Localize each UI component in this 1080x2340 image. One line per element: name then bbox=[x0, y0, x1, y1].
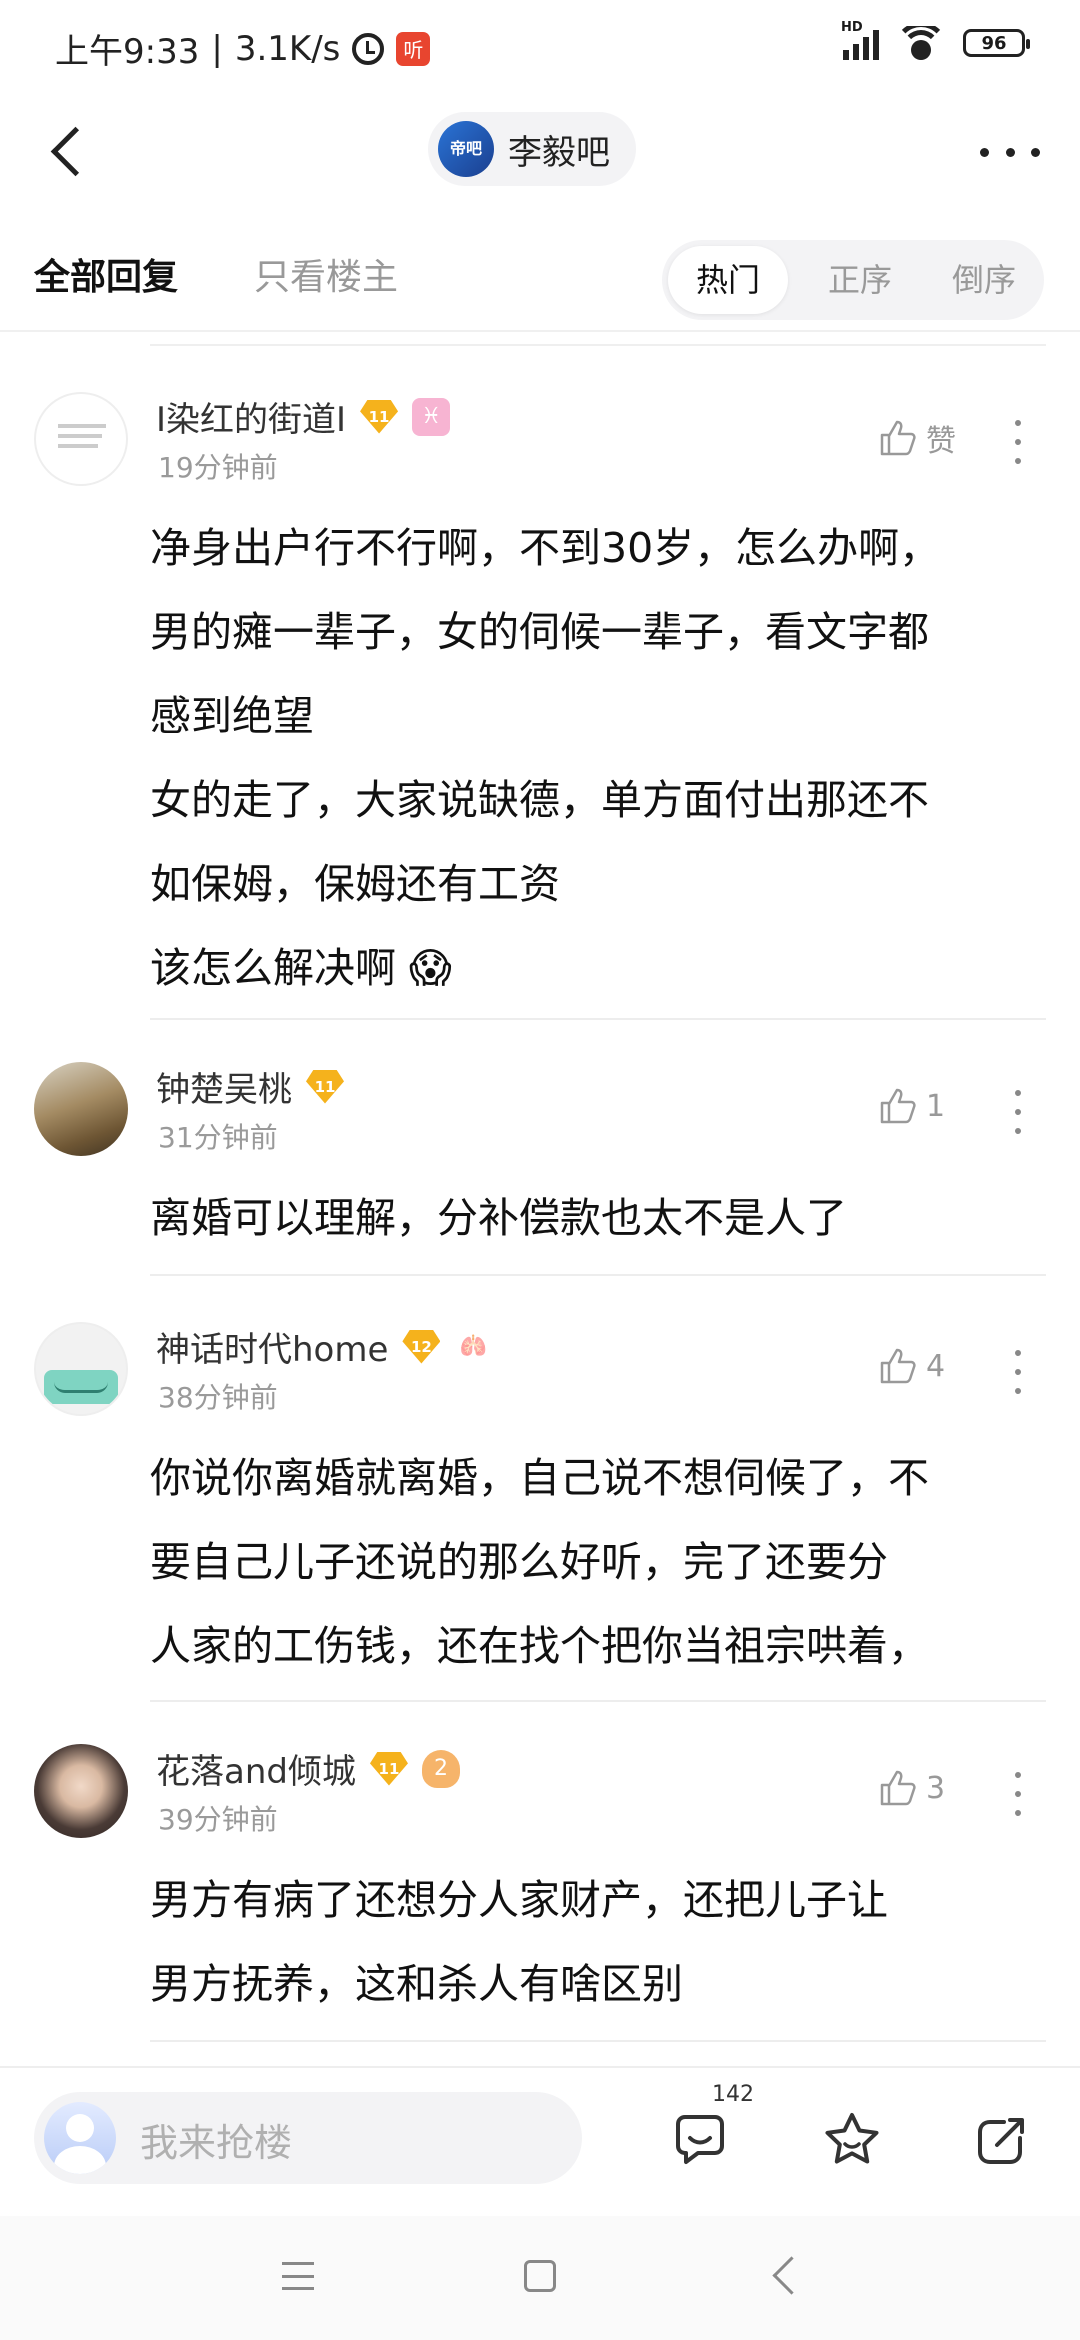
app-notification-icon: 听 bbox=[396, 31, 431, 66]
username-row: 钟楚吴桃 11 bbox=[156, 1062, 344, 1111]
thumbs-up-icon bbox=[878, 418, 918, 458]
comment-text: 男方有病了还想分人家财产，还把儿子让 男方抚养，这和杀人有啥区别 bbox=[150, 1876, 888, 2008]
home-icon[interactable] bbox=[524, 2260, 556, 2292]
forum-pill[interactable]: 帝吧 李毅吧 bbox=[428, 112, 636, 186]
sort-descending[interactable]: 倒序 bbox=[934, 252, 1034, 308]
comment-more-button[interactable] bbox=[1012, 420, 1024, 464]
comment-text: 净身出户行不行啊，不到30岁，怎么办啊， 男的瘫一辈子，女的伺候一辈子，看文字都… bbox=[150, 524, 941, 992]
like-button[interactable]: 3 bbox=[878, 1768, 945, 1808]
user-avatar-icon bbox=[44, 2102, 116, 2174]
signal-icon: HD bbox=[841, 20, 879, 60]
status-time: 上午9:33 bbox=[55, 32, 200, 72]
comment-more-button[interactable] bbox=[1012, 1090, 1024, 1134]
username[interactable]: 神话时代home bbox=[156, 1322, 388, 1371]
back-button[interactable] bbox=[40, 120, 100, 180]
comment-divider bbox=[150, 1018, 1046, 1020]
comment-time: 31分钟前 bbox=[158, 1121, 278, 1154]
comment-count: 142 bbox=[712, 2082, 754, 2107]
lungs-badge-icon: 🫁 bbox=[459, 1334, 488, 1359]
reply-placeholder: 我来抢楼 bbox=[140, 2121, 293, 2165]
reply-input[interactable]: 我来抢楼 bbox=[34, 2092, 582, 2184]
divider bbox=[0, 330, 1080, 332]
forum-name: 李毅吧 bbox=[508, 132, 610, 173]
reply-tabs: 全部回复 只看楼主 热门 正序 倒序 bbox=[0, 228, 1080, 328]
reply-bar: 我来抢楼 142 bbox=[0, 2066, 1080, 2218]
forum-logo: 帝吧 bbox=[438, 121, 494, 177]
like-count: 3 bbox=[926, 1770, 946, 1806]
status-bar: 上午9:33 | 3.1K/s 听 HD 96 bbox=[0, 0, 1080, 96]
level-badge-icon: 12 bbox=[402, 1329, 441, 1364]
status-right: HD 96 bbox=[841, 20, 1030, 60]
level-badge-icon: 11 bbox=[360, 399, 399, 434]
comment-divider bbox=[150, 1700, 1046, 1702]
hd-label: HD bbox=[841, 20, 863, 35]
comment-more-button[interactable] bbox=[1012, 1350, 1024, 1394]
like-button[interactable]: 4 bbox=[878, 1346, 945, 1386]
system-nav-bar bbox=[0, 2216, 1080, 2340]
like-label: 赞 bbox=[926, 424, 956, 459]
comment-time: 19分钟前 bbox=[158, 451, 278, 484]
level-badge-icon: 11 bbox=[306, 1069, 344, 1104]
comment-time: 39分钟前 bbox=[158, 1803, 278, 1836]
wifi-icon bbox=[899, 26, 943, 60]
comment-text: 离婚可以理解，分补偿款也太不是人了 bbox=[150, 1194, 847, 1242]
username[interactable]: 花落and倾城 bbox=[156, 1744, 356, 1793]
like-count: 1 bbox=[926, 1088, 946, 1124]
avatar[interactable] bbox=[34, 1062, 128, 1156]
tab-all-replies[interactable]: 全部回复 bbox=[34, 248, 178, 300]
zodiac-badge-icon: ♓ bbox=[412, 397, 451, 436]
dot-icon bbox=[1005, 147, 1015, 157]
menu-icon[interactable] bbox=[282, 2262, 314, 2290]
avatar[interactable] bbox=[34, 1744, 128, 1838]
status-left: 上午9:33 | 3.1K/s 听 bbox=[55, 24, 431, 73]
status-separator: | bbox=[211, 28, 223, 69]
sort-ascending[interactable]: 正序 bbox=[810, 252, 910, 308]
more-options-button[interactable] bbox=[980, 132, 1040, 172]
like-button[interactable]: 赞 bbox=[878, 416, 956, 460]
username[interactable]: 钟楚吴桃 bbox=[156, 1062, 292, 1111]
sort-hot[interactable]: 热门 bbox=[668, 246, 788, 314]
share-icon[interactable] bbox=[970, 2108, 1034, 2172]
back-icon[interactable] bbox=[772, 2256, 811, 2295]
avatar[interactable] bbox=[34, 392, 128, 486]
tab-owner-only[interactable]: 只看楼主 bbox=[254, 248, 398, 300]
username-row: I染红的街道I 11 ♓ bbox=[156, 392, 451, 441]
sort-toggle: 热门 正序 倒序 bbox=[662, 240, 1044, 320]
dot-icon bbox=[1031, 147, 1040, 157]
dot-icon bbox=[980, 147, 989, 157]
comment-divider bbox=[150, 1274, 1046, 1276]
network-speed: 3.1K/s bbox=[234, 28, 341, 69]
username[interactable]: I染红的街道I bbox=[156, 392, 346, 441]
level-badge-icon: 11 bbox=[369, 1751, 408, 1786]
comment-divider bbox=[150, 2040, 1046, 2042]
like-count: 4 bbox=[926, 1348, 946, 1384]
battery-icon: 96 bbox=[963, 29, 1030, 57]
comment-text: 你说你离婚就离婚，自己说不想伺候了，不 要自己儿子还说的那么好听，完了还要分 人… bbox=[150, 1454, 929, 1670]
thumbs-up-icon bbox=[878, 1768, 918, 1808]
comment-time: 38分钟前 bbox=[158, 1381, 278, 1414]
fan-badge-icon: 2 bbox=[421, 1749, 460, 1788]
thumbs-up-icon bbox=[878, 1086, 918, 1126]
divider bbox=[150, 344, 1046, 346]
comment-more-button[interactable] bbox=[1012, 1772, 1024, 1816]
battery-level: 96 bbox=[981, 32, 1007, 54]
favorite-star-icon[interactable] bbox=[820, 2108, 884, 2172]
avatar[interactable] bbox=[34, 1322, 128, 1416]
thumbs-up-icon bbox=[878, 1346, 918, 1386]
top-nav: 帝吧 李毅吧 bbox=[0, 96, 1080, 204]
like-button[interactable]: 1 bbox=[878, 1086, 945, 1126]
username-row: 神话时代home 12 🫁 bbox=[156, 1322, 492, 1371]
comments-icon[interactable] bbox=[668, 2108, 732, 2172]
alarm-icon bbox=[352, 32, 385, 65]
username-row: 花落and倾城 11 2 bbox=[156, 1744, 460, 1793]
